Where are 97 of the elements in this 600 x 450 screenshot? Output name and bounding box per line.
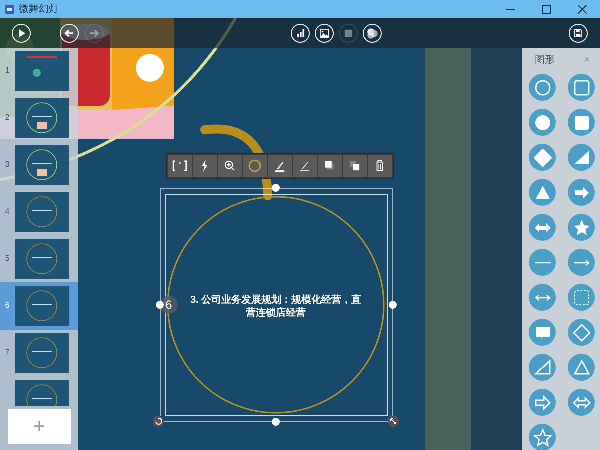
slide-number: 4 [4,206,11,218]
line-arrow-icon [572,259,590,266]
shadow-square-icon [325,161,334,170]
pen-tool-button[interactable] [268,155,292,177]
slide-thumbnail [15,51,69,91]
line-shape-button[interactable] [529,249,556,276]
circle-icon [248,160,262,172]
arrow-shape-button[interactable] [568,179,595,206]
back-arrow-button[interactable] [60,24,79,42]
slide-item[interactable]: 6 [0,282,78,330]
save-button[interactable] [569,24,588,42]
arrow-outline-icon [534,394,550,410]
arrow-outline-shape-button[interactable] [529,389,556,416]
diamond-shape-button[interactable] [529,144,556,171]
diamond-icon [534,148,552,166]
star-shape-button[interactable] [568,214,595,241]
square-outline-shape-button[interactable] [568,74,595,101]
slide-item[interactable]: 1 [0,51,78,91]
slide-thumbnail [15,192,69,232]
line-double-arrow-icon [534,294,550,301]
dashed-square-icon [574,290,589,305]
overlapping-circles-button[interactable] [363,24,382,42]
pen-icon [275,162,285,172]
diamond-outline-shape-button[interactable] [568,319,595,346]
circle-shape-button[interactable] [529,109,556,136]
app-icon [5,4,14,14]
right-triangle-outline-icon [534,358,550,374]
lightning-icon [202,160,208,172]
add-slide-button[interactable]: + [8,409,71,444]
slide-thumbnail [15,286,69,326]
window-title: 微舞幻灯 [19,2,59,16]
circle-outline-icon [534,80,550,96]
triangle-shape-button[interactable] [529,179,556,206]
circle-icon [535,115,550,130]
scale-icon[interactable] [388,416,399,427]
slide-thumbnail [15,145,69,185]
slide-number: 1 [4,65,11,77]
triangle-icon [536,186,550,198]
line-arrow-shape-button[interactable] [568,249,595,276]
zoom-in-tool-button[interactable] [218,155,242,177]
circle-outline-shape-button[interactable] [529,74,556,101]
play-button[interactable] [12,24,31,42]
speech-bubble-shape-button[interactable] [529,319,556,346]
double-arrow-outline-shape-button[interactable] [568,389,595,416]
dashed-square-shape-button[interactable] [568,284,595,311]
rotate-icon[interactable] [153,416,164,427]
square-icon [574,116,588,130]
triangle-outline-shape-button[interactable] [568,354,595,381]
arrow-icon [574,186,588,198]
triangle-outline-icon [573,359,590,374]
slide-item[interactable]: 5 [0,239,78,279]
shadow-square-tool-button[interactable] [318,155,342,177]
slide-text: 3. 公司业务发展规划：规模化经营，直营连锁店经营 [189,294,363,320]
square-outline-icon [574,80,590,96]
double-arrow-shape-button[interactable] [529,214,556,241]
line-icon [534,262,550,264]
star-outline-icon [532,428,552,446]
line-double-arrow-shape-button[interactable] [529,284,556,311]
slide-number: 2 [4,112,11,124]
image-button[interactable] [315,24,334,42]
star-icon [574,220,590,235]
diamond-outline-icon [572,324,590,342]
close-icon [578,4,586,14]
right-triangle-outline-shape-button[interactable] [529,354,556,381]
slide-thumbnail [15,98,69,138]
slide-thumbnail [15,239,69,279]
lightning-tool-button[interactable] [193,155,217,177]
panel-title: 图形 [534,54,555,68]
zoom-in-icon [224,160,236,172]
frame-icon [172,160,188,172]
maximize-icon [542,4,550,14]
double-arrow-outline-icon [572,396,590,409]
slide-thumbnail [15,333,69,373]
slide-number: 7 [4,347,11,359]
pen-icon [300,162,310,172]
slide-item[interactable]: 2 [0,98,78,138]
square-shape-button[interactable] [568,109,595,136]
double-arrow-icon [534,223,550,232]
slide-item[interactable]: 4 [0,192,78,232]
slide-item[interactable]: 7 [0,333,78,373]
panel-close-button[interactable]: × [584,52,590,68]
pen-tool-button[interactable] [293,155,317,177]
slide-number: 3 [4,159,11,171]
slide-number: 5 [4,253,11,265]
star-outline-shape-button[interactable] [529,424,556,450]
trash-icon [376,160,384,172]
layer-tool-button[interactable] [343,155,367,177]
speech-bubble-icon [536,326,550,339]
wedge-icon [574,150,588,164]
frame-tool-button[interactable] [168,155,192,177]
wedge-shape-button[interactable] [568,144,595,171]
circle-tool-button[interactable] [243,155,267,177]
trash-tool-button[interactable] [368,155,392,177]
slide-item[interactable]: 3 [0,145,78,185]
slide-number: 6 [4,300,11,312]
layer-icon [350,161,360,171]
bar-chart-button[interactable] [291,24,310,42]
